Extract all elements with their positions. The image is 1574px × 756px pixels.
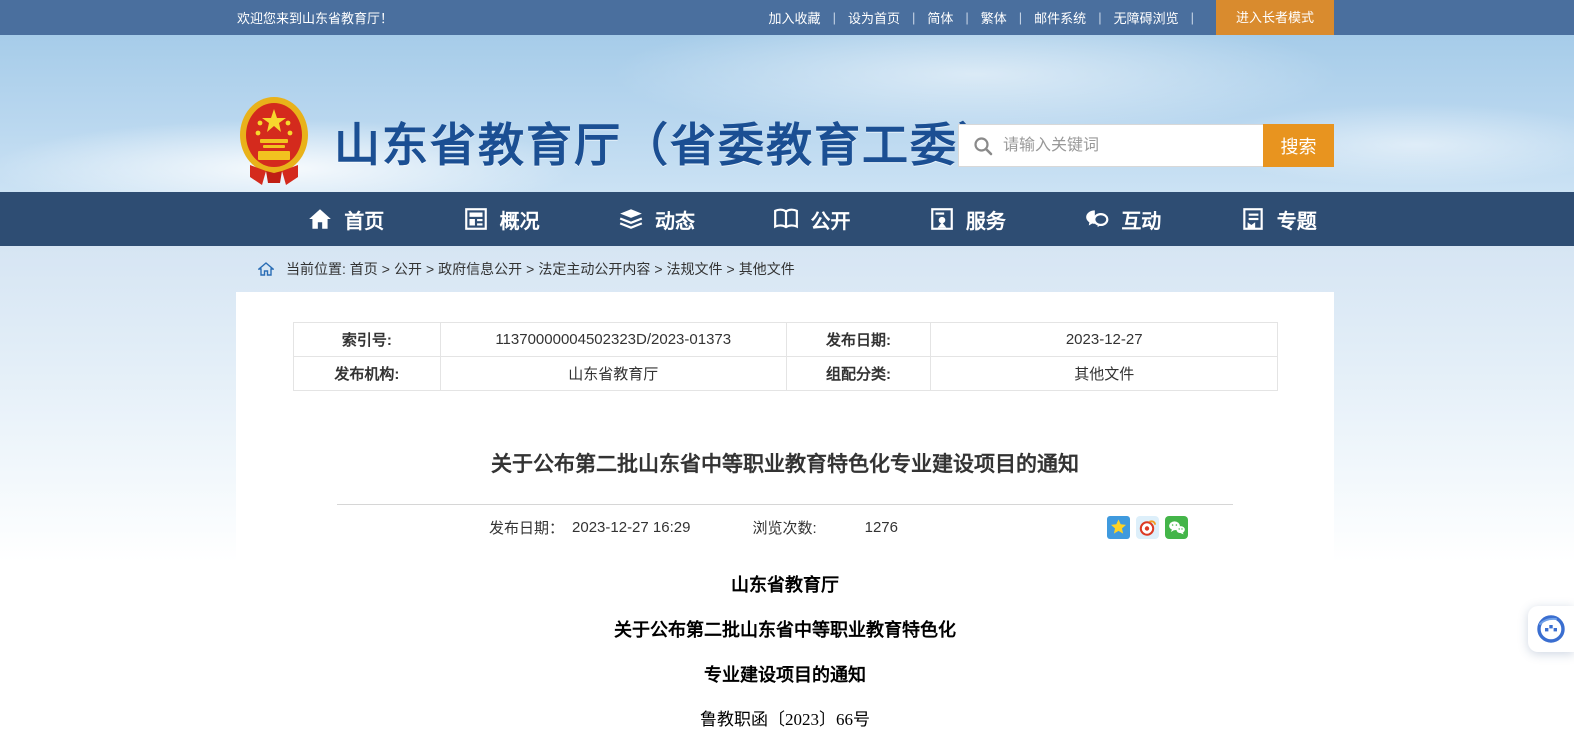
nav-label: 公开 [810, 205, 850, 234]
body-line: 关于公布第二批山东省中等职业教育特色化 [236, 620, 1334, 640]
nav-item-news[interactable]: 动态 [618, 205, 695, 234]
site-title: 山东省教育厅（省委教育工委） [334, 109, 1006, 175]
topbar-links: 加入收藏 | 设为首页 | 简体 | 繁体 | 邮件系统 | 无障碍浏览 | [767, 0, 1204, 35]
share-buttons [1107, 516, 1188, 539]
chat-bubbles-icon [1084, 206, 1110, 232]
home-icon [307, 206, 333, 232]
separator: | [965, 10, 968, 25]
site-header: 山东省教育厅（省委教育工委） 搜索 [0, 35, 1574, 192]
article-body: 山东省教育厅 关于公布第二批山东省中等职业教育特色化 专业建设项目的通知 鲁教职… [236, 575, 1334, 730]
document-number: 鲁教职函〔2023〕66号 [236, 710, 1334, 730]
separator: | [1019, 10, 1022, 25]
nav-item-services[interactable]: 服务 [929, 205, 1006, 234]
issuing-agency-label: 发布机构: [294, 357, 441, 391]
search-icon [973, 136, 993, 156]
separator: | [833, 10, 836, 25]
nav-item-disclosure[interactable]: 公开 [773, 205, 850, 234]
main-nav: 首页 概况 动态 公开 服务 互动 专题 [0, 192, 1574, 246]
issuing-agency-value: 山东省教育厅 [440, 357, 786, 391]
publish-date-value: 2023-12-27 [931, 323, 1278, 357]
article-title: 关于公布第二批山东省中等职业教育特色化专业建设项目的通知 [236, 448, 1334, 478]
crumb-gov-info[interactable]: 政府信息公开 [438, 259, 522, 279]
overview-icon [463, 206, 489, 232]
crumb-separator: > [526, 261, 534, 277]
nav-item-interaction[interactable]: 互动 [1084, 205, 1161, 234]
simplified-chinese-link[interactable]: 简体 [925, 8, 955, 27]
topics-doc-icon [1240, 206, 1266, 232]
accessibility-link[interactable]: 无障碍浏览 [1112, 8, 1181, 27]
body-line: 专业建设项目的通知 [236, 665, 1334, 685]
mail-system-link[interactable]: 邮件系统 [1032, 8, 1088, 27]
content-area: 当前位置: 首页> 公开> 政府信息公开> 法定主动公开内容> 法规文件> 其他… [0, 246, 1574, 756]
article-meta: 发布日期： 2023-12-27 16:29 浏览次数: 1276 [337, 505, 1233, 539]
add-favorite-link[interactable]: 加入收藏 [767, 8, 823, 27]
nav-item-home[interactable]: 首页 [307, 205, 384, 234]
crumb-separator: > [654, 261, 662, 277]
separator: | [912, 10, 915, 25]
nav-label: 首页 [344, 205, 384, 234]
page: 欢迎您来到山东省教育厅！ 加入收藏 | 设为首页 | 简体 | 繁体 | 邮件系… [0, 0, 1574, 756]
category-value: 其他文件 [931, 357, 1278, 391]
crumb-home[interactable]: 首页 [350, 259, 378, 279]
separator: | [1098, 10, 1101, 25]
weibo-share-icon[interactable] [1136, 516, 1159, 539]
table-row: 发布机构: 山东省教育厅 组配分类: 其他文件 [294, 357, 1278, 391]
welcome-text: 欢迎您来到山东省教育厅！ [237, 8, 393, 27]
nav-label: 专题 [1277, 205, 1317, 234]
nav-label: 概况 [500, 205, 540, 234]
search-input[interactable] [1003, 125, 1263, 166]
crumb-other-docs[interactable]: 其他文件 [739, 259, 795, 279]
crumb-statutory[interactable]: 法定主动公开内容 [538, 259, 650, 279]
search-box: 搜索 [958, 124, 1334, 167]
view-count-label: 浏览次数: [752, 517, 816, 538]
nav-item-topics[interactable]: 专题 [1240, 205, 1317, 234]
nav-item-overview[interactable]: 概况 [463, 205, 540, 234]
index-number-value: 11370000004502323D/2023-01373 [440, 323, 786, 357]
qzone-share-icon[interactable] [1107, 516, 1130, 539]
site-brand[interactable]: 山东省教育厅（省委教育工委） [238, 95, 1006, 189]
publish-date-label: 发布日期: [786, 323, 931, 357]
home-icon [258, 261, 274, 277]
open-book-icon [773, 206, 799, 232]
table-row: 索引号: 11370000004502323D/2023-01373 发布日期:… [294, 323, 1278, 357]
traditional-chinese-link[interactable]: 繁体 [979, 8, 1009, 27]
wechat-share-icon[interactable] [1165, 516, 1188, 539]
service-card-icon [929, 206, 955, 232]
set-homepage-link[interactable]: 设为首页 [846, 8, 902, 27]
top-utility-bar: 欢迎您来到山东省教育厅！ 加入收藏 | 设为首页 | 简体 | 繁体 | 邮件系… [0, 0, 1574, 35]
crumb-separator: > [382, 261, 390, 277]
crumb-disclosure[interactable]: 公开 [394, 259, 422, 279]
national-emblem-logo [238, 95, 310, 189]
nav-label: 动态 [655, 205, 695, 234]
breadcrumb-prefix: 当前位置: [286, 259, 346, 279]
gov-service-float-widget[interactable] [1528, 606, 1574, 652]
crumb-regulations[interactable]: 法规文件 [667, 259, 723, 279]
gov-service-icon [1536, 614, 1566, 644]
crumb-separator: > [727, 261, 735, 277]
view-count-value: 1276 [865, 519, 898, 536]
doc-info-table: 索引号: 11370000004502323D/2023-01373 发布日期:… [293, 322, 1278, 391]
nav-label: 服务 [966, 205, 1006, 234]
nav-label: 互动 [1121, 205, 1161, 234]
search-button[interactable]: 搜索 [1263, 124, 1334, 167]
elder-mode-button[interactable]: 进入长者模式 [1216, 0, 1334, 35]
publish-date-meta-value: 2023-12-27 16:29 [572, 519, 690, 536]
body-line: 山东省教育厅 [236, 575, 1334, 595]
article-panel: 索引号: 11370000004502323D/2023-01373 发布日期:… [236, 292, 1334, 756]
news-stack-icon [618, 206, 644, 232]
index-number-label: 索引号: [294, 323, 441, 357]
crumb-separator: > [426, 261, 434, 277]
breadcrumb: 当前位置: 首页> 公开> 政府信息公开> 法定主动公开内容> 法规文件> 其他… [258, 259, 795, 279]
publish-date-meta-label: 发布日期： [489, 517, 564, 538]
separator: | [1191, 10, 1194, 25]
category-label: 组配分类: [786, 357, 931, 391]
